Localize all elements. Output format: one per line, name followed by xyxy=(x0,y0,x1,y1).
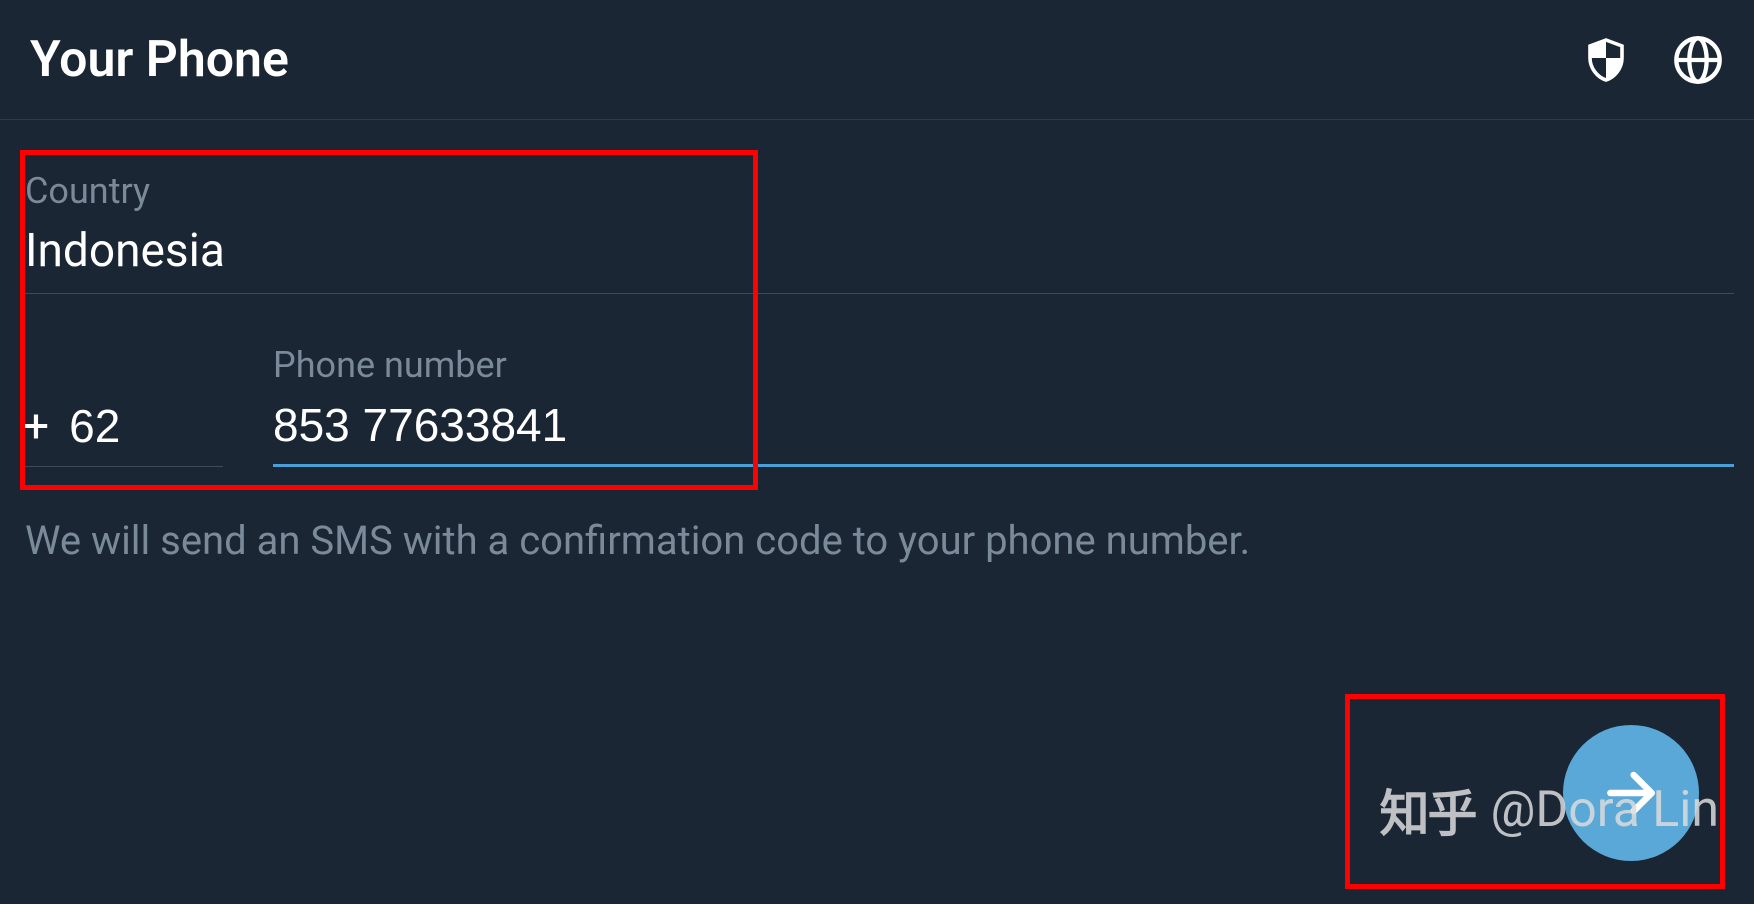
next-button[interactable] xyxy=(1563,725,1699,861)
phone-number-input[interactable] xyxy=(273,398,1734,452)
country-selector[interactable]: Country Indonesia xyxy=(20,150,1734,294)
header: Your Phone xyxy=(0,0,1754,120)
phone-number-field: Phone number xyxy=(273,344,1734,467)
phone-row: + Phone number xyxy=(20,344,1734,467)
page-title: Your Phone xyxy=(30,31,289,89)
country-code-field[interactable]: + xyxy=(23,399,223,467)
country-value: Indonesia xyxy=(25,224,1729,278)
phone-label: Phone number xyxy=(273,344,1734,386)
arrow-right-icon xyxy=(1600,762,1662,824)
plus-symbol: + xyxy=(23,400,49,454)
shield-icon-button[interactable] xyxy=(1580,34,1632,86)
hint-text: We will send an SMS with a confirmation … xyxy=(20,517,1734,564)
country-code-input[interactable] xyxy=(69,399,169,453)
globe-icon-button[interactable] xyxy=(1672,34,1724,86)
watermark-zhihu: 知乎 xyxy=(1380,774,1476,846)
header-actions xyxy=(1580,34,1724,86)
content-area: Country Indonesia + Phone number We will… xyxy=(0,120,1754,564)
globe-icon xyxy=(1672,34,1724,86)
country-label: Country xyxy=(25,170,1729,212)
shield-icon xyxy=(1582,36,1630,84)
country-field-group: Country Indonesia xyxy=(20,150,1734,294)
